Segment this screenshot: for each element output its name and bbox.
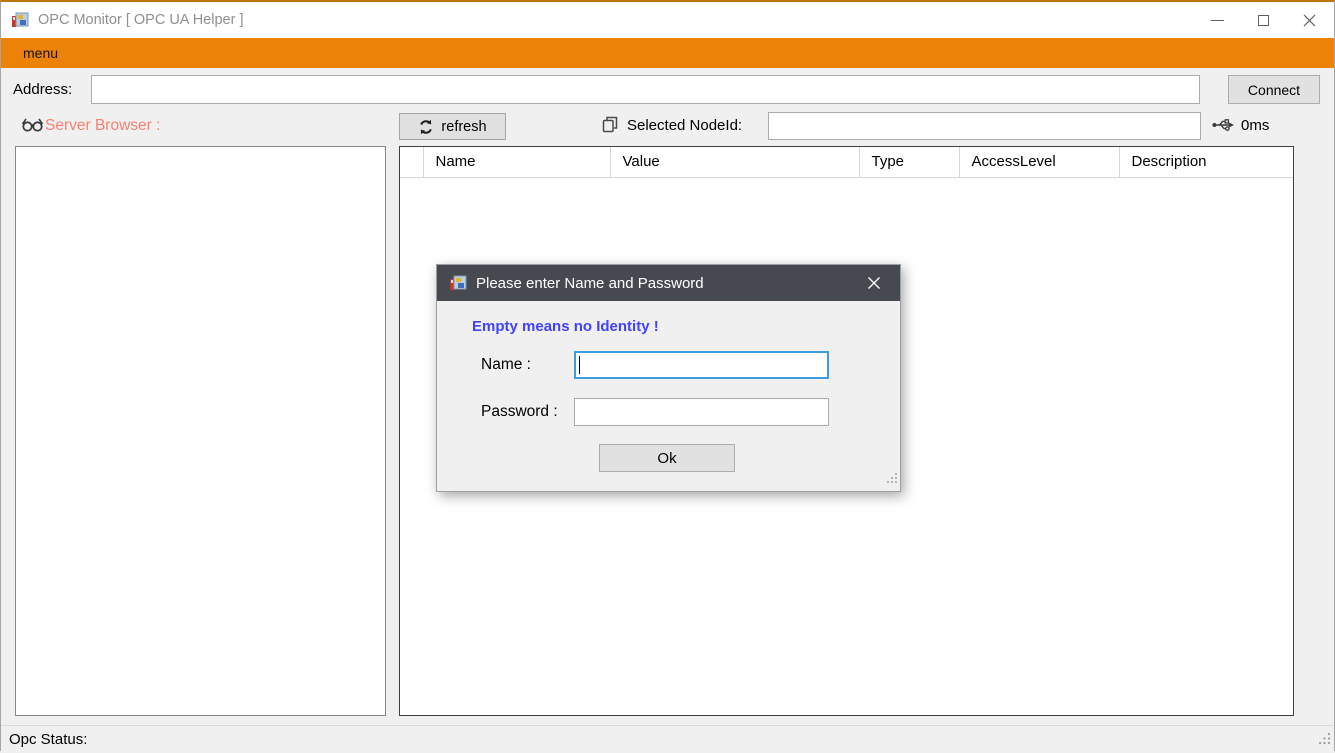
window-controls — [1194, 2, 1332, 38]
ok-button[interactable]: Ok — [599, 444, 735, 472]
column-header-accesslevel[interactable]: AccessLevel — [959, 147, 1120, 178]
window-title: OPC Monitor [ OPC UA Helper ] — [38, 12, 244, 28]
table-header-row: Name Value Type AccessLevel Description — [400, 147, 1293, 178]
password-input[interactable] — [574, 398, 829, 426]
refresh-button[interactable]: refresh — [399, 113, 506, 140]
column-header-value[interactable]: Value — [610, 147, 860, 178]
dialog-title-bar: Please enter Name and Password — [437, 265, 900, 301]
close-button[interactable] — [1286, 2, 1332, 38]
name-input[interactable] — [574, 351, 829, 379]
refresh-label: refresh — [441, 118, 487, 135]
copy-icon — [601, 115, 619, 140]
text-caret — [579, 356, 580, 374]
maximize-button[interactable] — [1240, 2, 1286, 38]
close-icon — [1303, 14, 1315, 26]
minimize-button[interactable] — [1194, 2, 1240, 38]
connect-button[interactable]: Connect — [1228, 75, 1320, 104]
dialog-app-icon — [449, 274, 467, 292]
column-header-type[interactable]: Type — [859, 147, 960, 178]
window-resize-grip[interactable] — [1317, 731, 1331, 750]
column-header-name[interactable]: Name — [423, 147, 611, 178]
server-browser-label: Server Browser : — [45, 117, 161, 134]
selected-nodeid-input[interactable] — [768, 112, 1201, 140]
title-bar: OPC Monitor [ OPC UA Helper ] — [1, 2, 1334, 38]
dialog-hint-text: Empty means no Identity ! — [472, 318, 659, 335]
status-label: Opc Status: — [9, 731, 88, 748]
dialog-close-icon — [868, 277, 880, 289]
dialog-body: Empty means no Identity ! Name : Passwor… — [437, 301, 900, 491]
dialog-close-button[interactable] — [856, 265, 892, 301]
status-bar: Opc Status: — [1, 725, 1334, 753]
maximize-icon — [1257, 14, 1269, 26]
node-table: Name Value Type AccessLevel Description — [400, 147, 1293, 178]
menu-item-menu[interactable]: menu — [13, 45, 68, 61]
name-label: Name : — [481, 356, 531, 373]
address-input[interactable] — [91, 75, 1200, 104]
column-header-description[interactable]: Description — [1119, 147, 1293, 178]
usb-icon — [1212, 117, 1235, 138]
password-label: Password : — [481, 403, 558, 420]
address-label: Address: — [13, 81, 73, 98]
server-browser-tree[interactable] — [15, 146, 386, 716]
latency-value: 0ms — [1241, 117, 1270, 134]
selected-nodeid-label: Selected NodeId: — [627, 117, 743, 134]
menu-bar: menu — [1, 38, 1334, 68]
app-icon — [11, 11, 29, 29]
credentials-dialog: Please enter Name and Password Empty mea… — [436, 264, 901, 492]
refresh-icon — [420, 119, 433, 134]
minimize-icon — [1210, 19, 1224, 21]
dialog-title: Please enter Name and Password — [476, 274, 704, 292]
dialog-resize-grip[interactable] — [886, 471, 898, 489]
glasses-icon — [20, 116, 45, 137]
app-window: OPC Monitor [ OPC UA Helper ] menu Addre… — [0, 0, 1335, 753]
row-header-column — [400, 147, 424, 178]
